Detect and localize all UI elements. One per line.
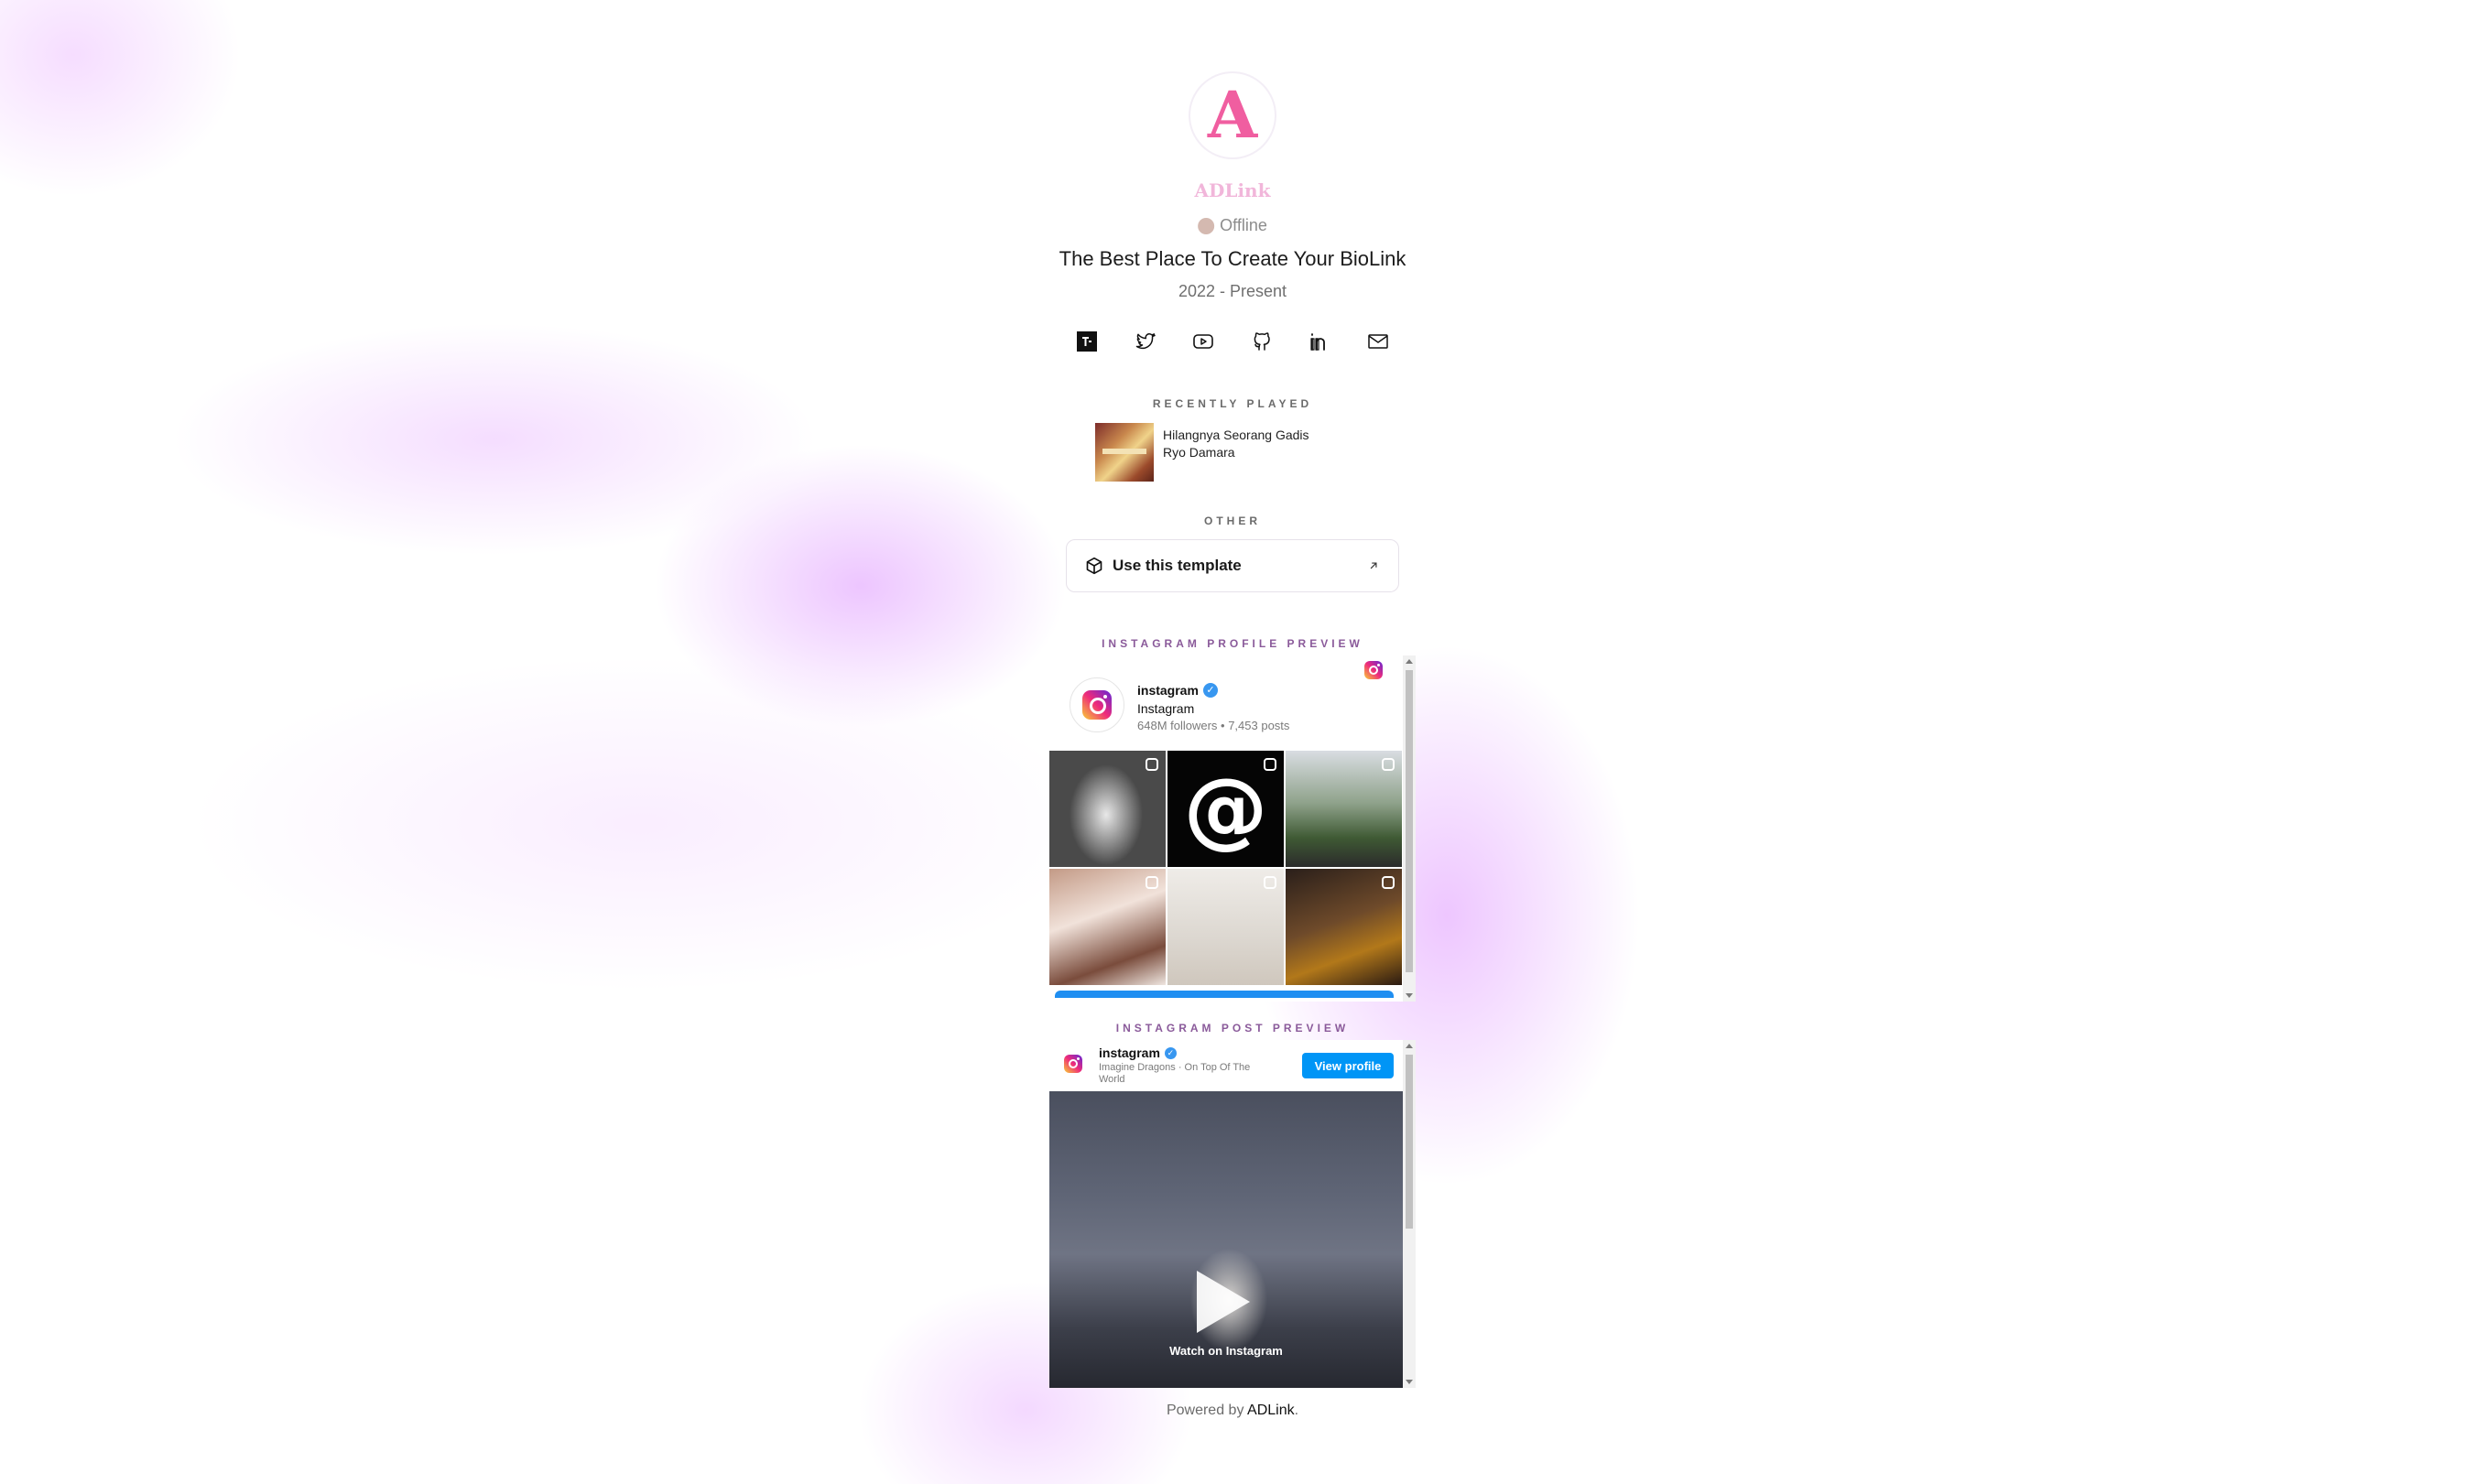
play-icon[interactable] (1197, 1271, 1250, 1333)
post-username-text: instagram (1099, 1045, 1160, 1060)
other-label: OTHER (1204, 515, 1261, 527)
instagram-stats: 648M followers • 7,453 posts (1137, 719, 1290, 732)
use-template-button[interactable]: Use this template (1066, 539, 1399, 592)
linkedin-link[interactable] (1306, 328, 1333, 355)
footer: Powered by ADLink. (1167, 1403, 1298, 1419)
track-title: Hilangnya Seorang Gadis (1163, 428, 1309, 442)
grid-post[interactable] (1167, 869, 1284, 985)
status-dot (1198, 217, 1215, 234)
status-text: Offline (1220, 216, 1267, 234)
scroll-down-icon[interactable] (1406, 1380, 1413, 1384)
external-arrow-icon (1370, 562, 1377, 569)
post-song: Imagine Dragons · On Top Of The World (1099, 1062, 1251, 1085)
reel-icon (1264, 758, 1276, 771)
github-link[interactable] (1248, 328, 1276, 355)
embed-scrollbar[interactable] (1403, 1040, 1416, 1388)
mail-icon (1368, 334, 1388, 349)
instagram-display-name: Instagram (1137, 701, 1195, 716)
instagram-small-icon (1364, 661, 1383, 679)
grid-post[interactable] (1286, 869, 1402, 985)
post-username[interactable]: instagram ✓ (1099, 1045, 1177, 1060)
status-indicator: Offline (1198, 216, 1267, 235)
recently-played-track[interactable]: Hilangnya Seorang Gadis Ryo Damara (1095, 423, 1309, 482)
footer-link[interactable]: ADLink (1247, 1403, 1295, 1418)
youtube-link[interactable] (1189, 328, 1217, 355)
instagram-post-grid: @ (1049, 751, 1403, 985)
grid-post[interactable] (1286, 751, 1402, 867)
headline: The Best Place To Create Your BioLink (1059, 247, 1406, 270)
instagram-username[interactable]: instagram ✓ (1137, 683, 1218, 698)
github-icon (1254, 332, 1270, 351)
youtube-icon (1193, 334, 1213, 349)
scroll-up-icon[interactable] (1406, 1044, 1413, 1048)
mail-link[interactable] (1364, 328, 1392, 355)
scroll-down-icon[interactable] (1406, 993, 1413, 998)
reel-icon (1146, 758, 1158, 771)
instagram-profile-embed[interactable]: instagram ✓ Instagram 648M followers • 7… (1049, 655, 1416, 1002)
cube-icon (1086, 557, 1102, 575)
grid-post[interactable] (1049, 751, 1166, 867)
instagram-logo-icon (1064, 1055, 1082, 1073)
footer-prefix: Powered by (1166, 1403, 1248, 1418)
reel-icon (1382, 758, 1395, 771)
footer-suffix: . (1294, 1403, 1299, 1418)
linkedin-icon (1310, 333, 1326, 351)
twitter-icon (1135, 333, 1156, 350)
grid-post[interactable] (1049, 869, 1166, 985)
reel-icon (1264, 876, 1276, 889)
carousel-icon (1146, 876, 1158, 889)
verified-badge-icon: ✓ (1202, 683, 1218, 698)
track-info: Hilangnya Seorang Gadis Ryo Damara (1163, 423, 1309, 461)
grid-post[interactable]: @ (1167, 751, 1284, 867)
scroll-up-icon[interactable] (1406, 659, 1413, 664)
instagram-post-header: instagram ✓ Imagine Dragons · On Top Of … (1049, 1040, 1403, 1091)
recently-played-label: RECENTLY PLAYED (1152, 397, 1313, 410)
embed-scrollbar[interactable] (1403, 655, 1416, 1002)
instagram-post-label: INSTAGRAM POST PREVIEW (1115, 1022, 1350, 1034)
scrollbar-thumb[interactable] (1406, 1055, 1413, 1229)
twitter-link[interactable] (1132, 328, 1159, 355)
threads-logo-icon: @ (1183, 759, 1268, 858)
view-profile-button[interactable]: View profile (1302, 1053, 1394, 1078)
avatar: A (1190, 73, 1275, 157)
instagram-post-embed[interactable]: instagram ✓ Imagine Dragons · On Top Of … (1049, 1040, 1416, 1388)
instagram-avatar[interactable] (1070, 677, 1124, 732)
track-artist: Ryo Damara (1163, 445, 1235, 460)
avatar-letter: A (1207, 77, 1258, 153)
post-video[interactable]: Watch on Instagram (1049, 1091, 1403, 1388)
album-art (1095, 423, 1154, 482)
instagram-username-text: instagram (1137, 683, 1199, 698)
use-template-label: Use this template (1113, 557, 1242, 574)
social-links (1073, 328, 1392, 355)
tiktok-icon (1077, 331, 1097, 352)
scrollbar-thumb[interactable] (1406, 670, 1413, 972)
watch-on-instagram[interactable]: Watch on Instagram (1049, 1344, 1403, 1358)
instagram-corner-logo[interactable] (1364, 661, 1383, 679)
tiktok-link[interactable] (1073, 328, 1101, 355)
instagram-profile-header: instagram ✓ Instagram 648M followers • 7… (1049, 655, 1403, 751)
verified-badge-icon: ✓ (1164, 1046, 1177, 1059)
follow-button-edge[interactable] (1055, 991, 1394, 998)
biolink-page: A ADLink Offline The Best Place To Creat… (0, 0, 2465, 1484)
instagram-profile-label: INSTAGRAM PROFILE PREVIEW (1102, 637, 1363, 650)
reel-icon (1382, 876, 1395, 889)
date-range: 2022 - Present (1178, 282, 1287, 300)
brand-name: ADLink (1194, 179, 1271, 201)
instagram-logo-icon (1082, 690, 1112, 720)
